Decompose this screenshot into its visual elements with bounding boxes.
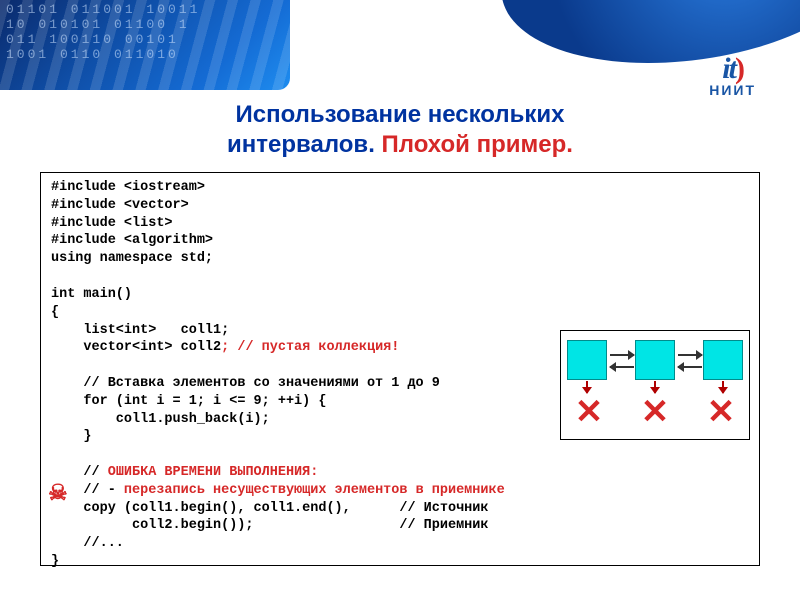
arrow-down-icon	[586, 381, 588, 393]
x-mark-icon: ✕	[701, 397, 741, 427]
logo-text-it: it	[722, 52, 735, 85]
list-node-2	[635, 340, 675, 380]
decorative-banner: 01101 011001 10011 10 010101 01100 1 011…	[0, 0, 290, 90]
diagram-list-row	[567, 337, 743, 383]
x-mark-icon: ✕	[635, 397, 675, 427]
title-line2a: интервалов.	[227, 131, 375, 158]
logo-mark: it)	[709, 52, 756, 86]
arrow-down-icon	[654, 381, 656, 393]
arrow-down-icon	[722, 381, 724, 393]
skull-icon: ☠	[48, 480, 68, 506]
logo: it) НИИТ	[709, 52, 756, 98]
banner-bits: 01101 011001 10011 10 010101 01100 1 011…	[6, 2, 200, 62]
logo-paren: )	[735, 52, 743, 85]
list-to-vector-diagram: ✕ ✕ ✕	[560, 330, 750, 440]
x-mark-icon: ✕	[569, 397, 609, 427]
title-line2b: Плохой пример.	[382, 131, 573, 158]
list-node-1	[567, 340, 607, 380]
arrow-left-icon	[610, 366, 634, 368]
arrow-right-icon	[610, 354, 634, 356]
title-line1: Использование нескольких	[236, 101, 565, 128]
diagram-x-row: ✕ ✕ ✕	[567, 397, 743, 427]
list-node-3	[703, 340, 743, 380]
arrow-right-icon	[678, 354, 702, 356]
slide-title: Использование нескольких интервалов. Пло…	[0, 100, 800, 160]
arrow-left-icon	[678, 366, 702, 368]
